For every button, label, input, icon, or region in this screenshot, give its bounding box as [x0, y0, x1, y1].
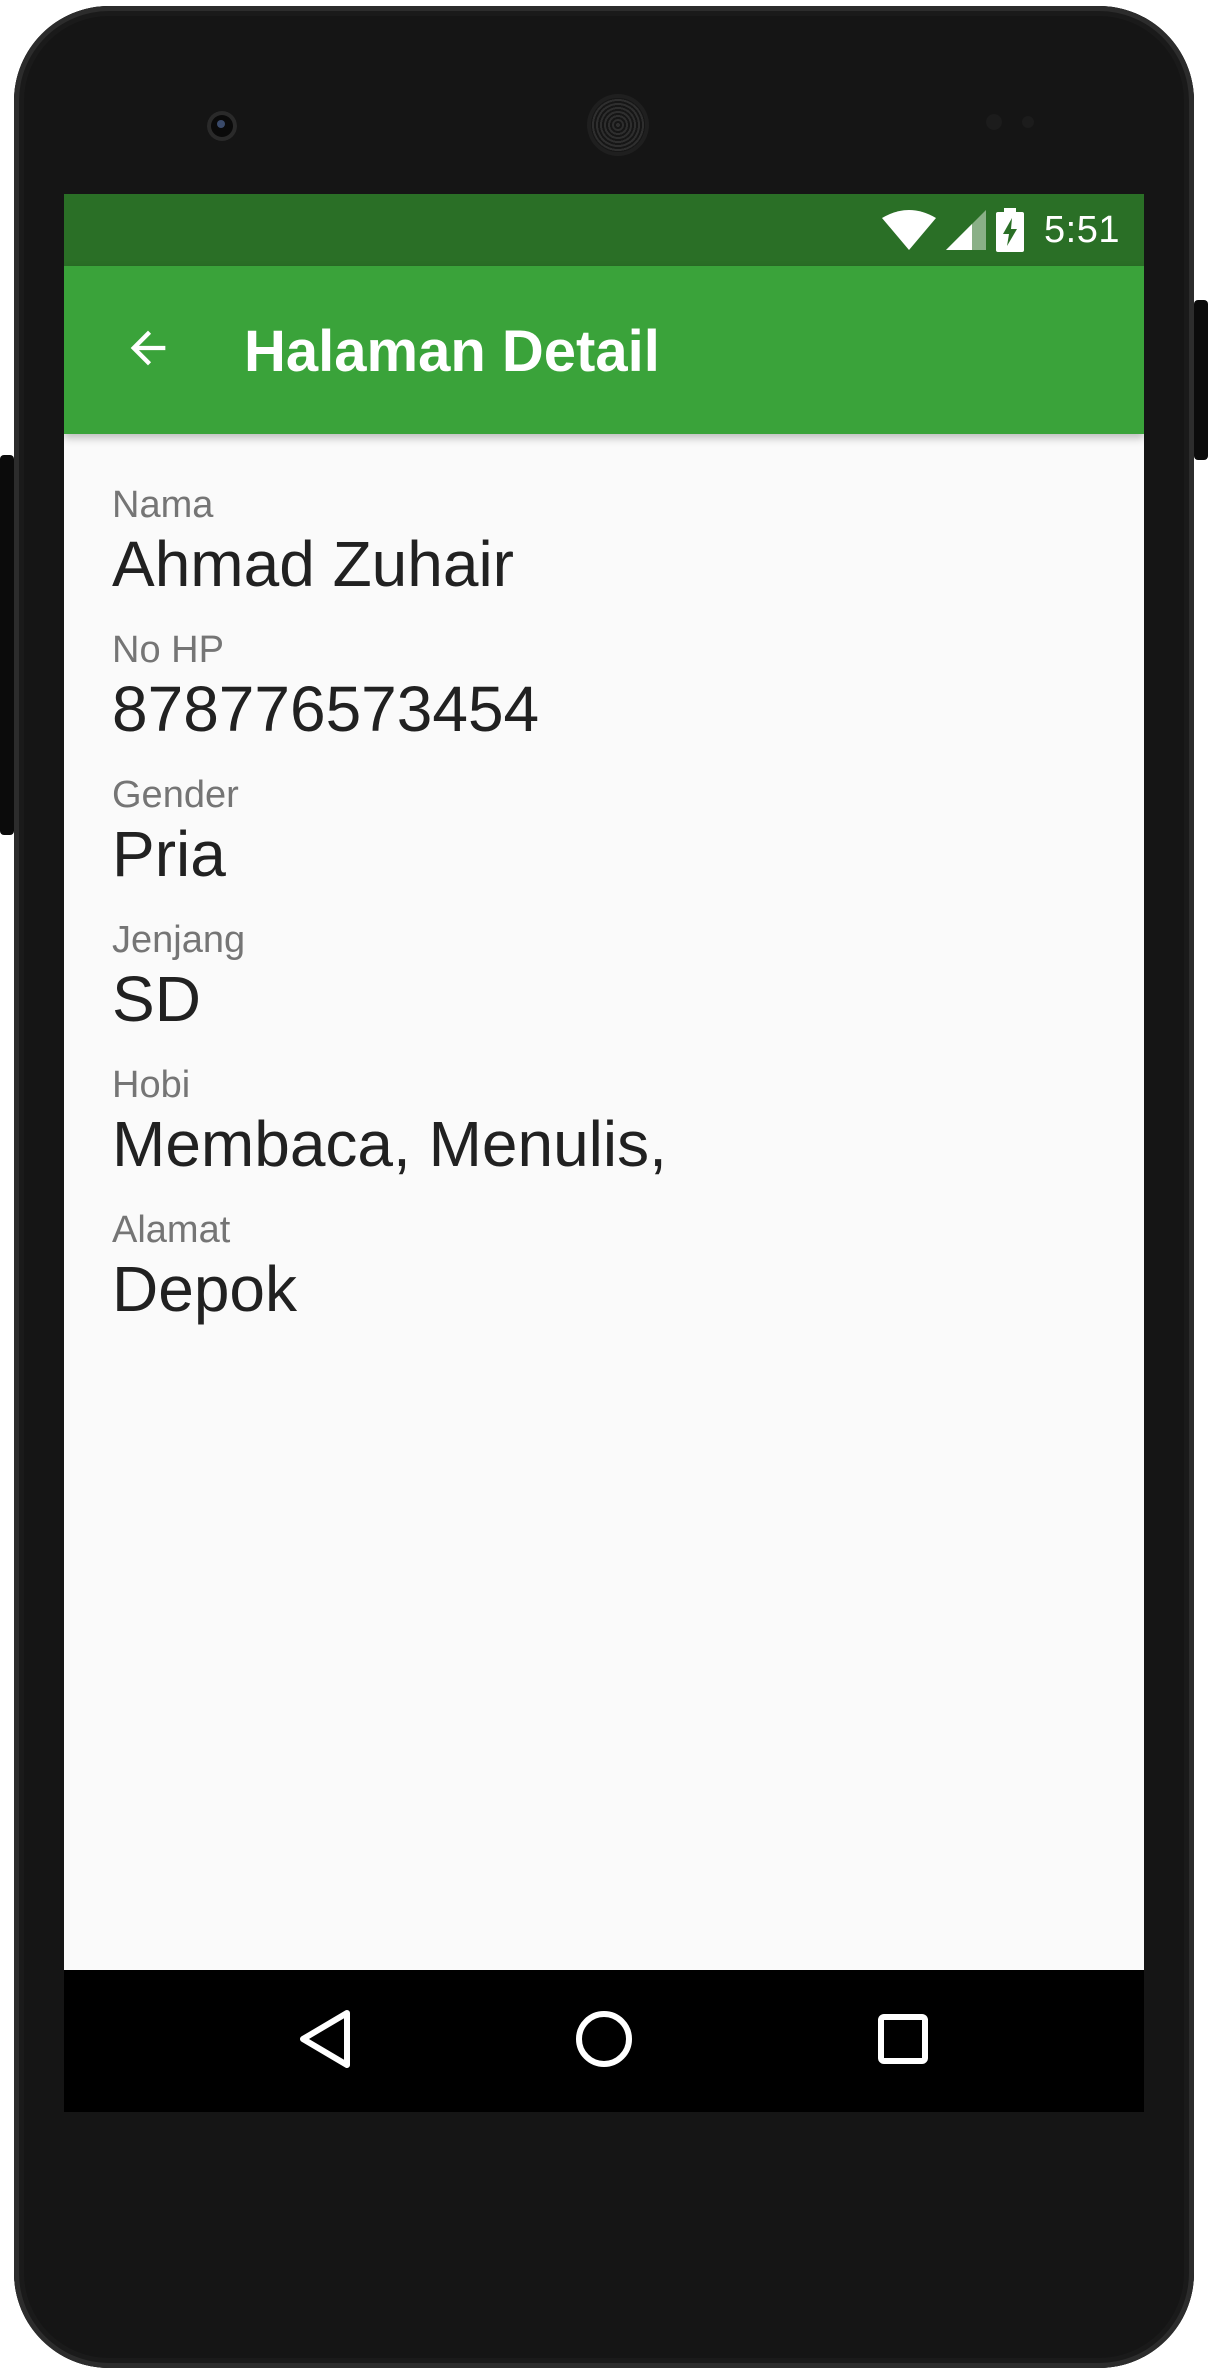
field-hobi: Hobi Membaca, Menulis,: [112, 1062, 1096, 1180]
nav-recents-button[interactable]: [858, 1996, 948, 2086]
field-label: Nama: [112, 484, 214, 526]
app-bar: Halaman Detail: [64, 266, 1144, 434]
detail-content: Nama Ahmad Zuhair No HP 878776573454 Gen…: [112, 482, 1096, 1352]
field-label: Alamat: [112, 1209, 231, 1251]
back-button[interactable]: [112, 314, 184, 386]
earpiece-speaker: [591, 98, 645, 152]
status-bar: 5:51: [64, 194, 1144, 266]
field-value: 878776573454: [112, 673, 540, 745]
navigation-bar: [64, 1970, 1144, 2112]
wifi-icon: [882, 210, 937, 250]
status-time: 5:51: [1044, 208, 1120, 251]
proximity-sensor: [986, 114, 1002, 130]
status-icons: 5:51: [882, 194, 1120, 266]
field-label: Gender: [112, 774, 239, 816]
field-no-hp: No HP 878776573454: [112, 627, 1096, 745]
field-value: Ahmad Zuhair: [112, 528, 514, 600]
nav-home-icon: [574, 2009, 634, 2074]
field-alamat: Alamat Depok: [112, 1207, 1096, 1325]
cell-signal-icon: [946, 210, 987, 250]
field-label: Hobi: [112, 1064, 191, 1106]
arrow-back-icon: [122, 322, 174, 379]
nav-home-button[interactable]: [559, 1996, 649, 2086]
field-value: SD: [112, 963, 201, 1035]
page-title: Halaman Detail: [244, 319, 660, 384]
field-jenjang: Jenjang SD: [112, 917, 1096, 1035]
volume-button: [0, 455, 14, 835]
field-value: Depok: [112, 1253, 297, 1325]
field-gender: Gender Pria: [112, 772, 1096, 890]
field-value: Pria: [112, 818, 226, 890]
field-label: Jenjang: [112, 919, 246, 961]
front-camera: [207, 111, 237, 141]
power-button: [1194, 300, 1208, 460]
field-nama: Nama Ahmad Zuhair: [112, 482, 1096, 600]
light-sensor: [1022, 116, 1034, 128]
field-value: Membaca, Menulis,: [112, 1108, 667, 1180]
nav-recents-icon: [877, 2013, 929, 2070]
nav-back-button[interactable]: [280, 1996, 370, 2086]
screen: 5:51 Halaman Detail Nama Ahmad Zuhair No…: [64, 194, 1144, 2112]
battery-charging-icon: [996, 208, 1025, 252]
field-label: No HP: [112, 629, 224, 671]
nav-back-icon: [297, 2009, 353, 2074]
